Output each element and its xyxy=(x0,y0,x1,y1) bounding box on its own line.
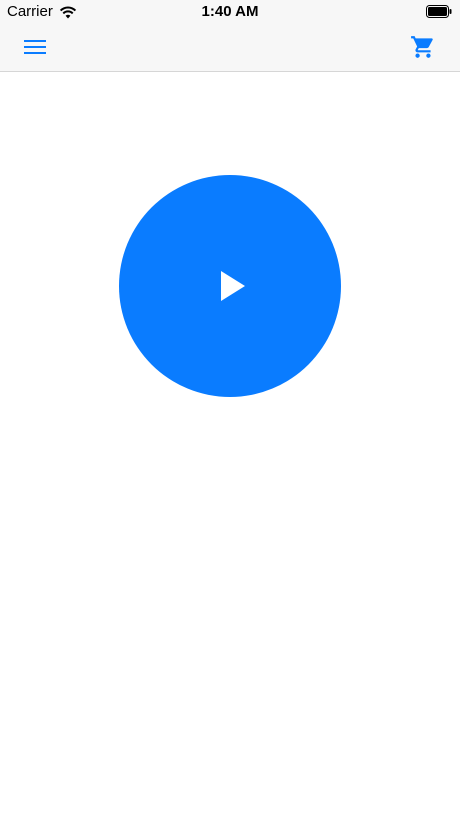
play-icon xyxy=(221,271,245,301)
hamburger-menu-icon[interactable] xyxy=(24,37,48,57)
main-content xyxy=(0,72,460,818)
battery-icon xyxy=(426,5,452,18)
app-screen: Carrier 1:40 AM xyxy=(0,0,460,818)
status-time: 1:40 AM xyxy=(201,3,259,20)
shopping-cart-icon[interactable] xyxy=(410,34,436,60)
play-button[interactable] xyxy=(119,175,341,397)
status-bar: Carrier 1:40 AM xyxy=(0,0,460,24)
navigation-bar xyxy=(0,24,460,72)
